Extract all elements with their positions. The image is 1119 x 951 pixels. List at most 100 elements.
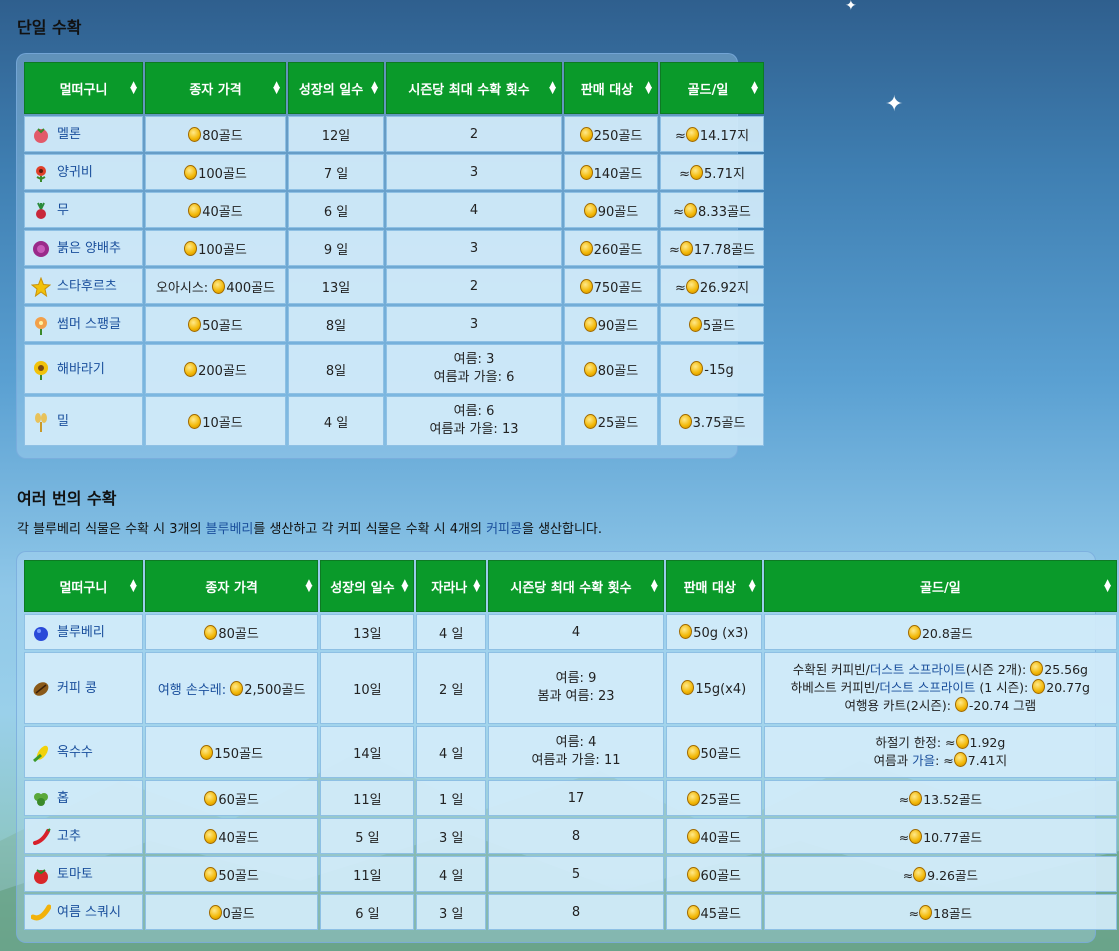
traveling-cart-link[interactable]: 여행 손수레: (158, 683, 226, 698)
table-row: 블루베리 80골드 13일 4 일 4 50g (x3) 20.8골드 (24, 614, 1117, 650)
gold-coin-icon (954, 697, 968, 712)
column-header-growth-days[interactable]: 성장의 일수 ▲ ▼ (320, 560, 415, 612)
max-harvests: 2 (469, 278, 479, 294)
crop-cell: 무 (24, 192, 143, 228)
crop-cell: 블루베리 (24, 614, 143, 650)
table-row: 옥수수 150골드 14일 4 일 여름: 4 여름과 가을: 11 50골드 하절기 한정:… (24, 726, 1117, 778)
column-header-max-harvests[interactable]: 시즌당 최대 수확 횟수 ▲ ▼ (386, 62, 562, 114)
seed-price-cell: 여행 손수레: 2,500골드 (144, 652, 319, 724)
crop-link[interactable]: 커피 콩 (57, 681, 97, 696)
gold-coin-icon (686, 866, 700, 882)
column-header-crop[interactable]: 멀떠구니 ▲ ▼ (24, 560, 143, 612)
table-row: 홉 60골드 11일 1 일 17 25골드 ≈13.52골드 (24, 780, 1117, 816)
growth-days-cell: 7 일 (288, 154, 384, 190)
seed-price-cell: 100골드 (145, 154, 286, 190)
seed-price-cell: 100골드 (145, 230, 286, 266)
crop-link[interactable]: 무 (57, 203, 69, 218)
crop-cell: 붉은 양배추 (24, 230, 143, 266)
gold-coin-icon (579, 240, 593, 256)
fall-link[interactable]: 가을 (912, 753, 935, 768)
regrow-cell: 2 일 (416, 652, 487, 724)
crop-link[interactable]: 해바라기 (57, 362, 105, 377)
max-harvests-cell: 여름: 6 여름과 가을: 13 (386, 396, 562, 446)
gold-coin-icon (230, 680, 244, 696)
crop-link[interactable]: 블루베리 (57, 625, 105, 640)
max-harvests-summer: 여름: 3 (453, 352, 495, 367)
table-row: 썸머 스팽글 50골드 8일 3 90골드 5골드 (24, 306, 764, 342)
regrow-cell: 3 일 (416, 818, 487, 854)
gold-coin-icon (1030, 661, 1044, 676)
crop-link[interactable]: 밀 (57, 414, 69, 429)
sort-icon: ▲ ▼ (305, 578, 313, 594)
gold-coin-icon (686, 744, 700, 760)
crop-link[interactable]: 토마토 (57, 867, 93, 882)
summer-spangle-icon (35, 316, 47, 335)
column-header-regrow[interactable]: 자라나 ▲ ▼ (416, 560, 487, 612)
table-row: 토마토 50골드 11일 4 일 5 60골드 ≈9.26골드 (24, 856, 1117, 892)
column-header-growth-days[interactable]: 성장의 일수 ▲ ▼ (288, 62, 384, 114)
multi-harvest-table: 멀떠구니 ▲ ▼ 종자 가격 ▲ ▼ 성장의 일수 ▲ ▼ 자라나 ▲ ▼ 시즌당 최대 수확 … (22, 558, 1119, 932)
crop-cell: 양귀비 (24, 154, 143, 190)
sell-price-cell: 50골드 (665, 726, 762, 778)
column-header-sell-price[interactable]: 판매 대상 ▲ ▼ (665, 560, 762, 612)
column-header-max-harvests[interactable]: 시즌당 최대 수확 횟수 ▲ ▼ (488, 560, 664, 612)
column-header-gold-per-day[interactable]: 골드/일 ▲ ▼ (660, 62, 764, 114)
gold-coin-icon (678, 413, 692, 429)
crop-cell: 커피 콩 (24, 652, 143, 724)
dust-sprite-link[interactable]: 더스트 스프라이트 (879, 680, 975, 695)
max-harvests: 4 (469, 202, 479, 218)
blueberry-link[interactable]: 블루베리 (206, 522, 254, 537)
gold-coin-icon (188, 316, 202, 332)
growth-days-cell: 14일 (320, 726, 415, 778)
regrow-cell: 4 일 (416, 614, 487, 650)
crop-link[interactable]: 여름 스쿼시 (57, 905, 121, 920)
gold-per-day-cell: -15g (660, 344, 764, 394)
gold-coin-icon (909, 828, 923, 844)
gold-coin-icon (913, 866, 927, 882)
crop-link[interactable]: 고추 (57, 829, 81, 844)
sell-price-cell: 25골드 (665, 780, 762, 816)
gold-coin-icon (204, 790, 218, 806)
max-harvests-cell: 3 (386, 230, 562, 266)
crop-link[interactable]: 붉은 양배추 (57, 241, 121, 256)
column-header-sell-price[interactable]: 판매 대상 ▲ ▼ (564, 62, 658, 114)
max-harvests-summer: 여름: 6 (453, 404, 495, 419)
sort-icon: ▲ ▼ (549, 80, 556, 96)
multi-harvest-description: 각 블루베리 식물은 수확 시 3개의 블루베리를 생산하고 각 커피 식물은 … (17, 522, 603, 537)
seed-price-cell: 40골드 (145, 192, 286, 228)
sort-icon: ▲ ▼ (650, 578, 658, 594)
seed-price-cell: 40골드 (144, 818, 319, 854)
gold-coin-icon (188, 202, 202, 218)
gold-per-day-cell: 5골드 (660, 306, 764, 342)
max-harvests-cell: 3 (386, 306, 562, 342)
column-header-crop[interactable]: 멀떠구니 ▲ ▼ (24, 62, 143, 114)
coffee-bean-link[interactable]: 커피콩 (486, 522, 522, 537)
gold-coin-icon (1032, 679, 1046, 694)
sell-price-cell: 750골드 (564, 268, 658, 304)
gold-per-day-cell: ≈13.52골드 (763, 780, 1117, 816)
gold-coin-icon (208, 904, 222, 920)
crop-link[interactable]: 스타후르츠 (57, 279, 117, 294)
column-header-seed-price[interactable]: 종자 가격 ▲ ▼ (145, 62, 286, 114)
hops-icon (34, 792, 48, 806)
sort-icon: ▲ ▼ (645, 80, 652, 96)
crop-link[interactable]: 썸머 스팽글 (57, 317, 121, 332)
dust-sprite-link[interactable]: 더스트 스프라이트 (870, 662, 966, 677)
seed-price-cell: 60골드 (144, 780, 319, 816)
sell-price-cell: 60골드 (665, 856, 762, 892)
column-header-gold-per-day[interactable]: 골드/일 ▲ ▼ (763, 560, 1117, 612)
crop-link[interactable]: 옥수수 (57, 745, 93, 760)
crop-link[interactable]: 양귀비 (57, 165, 93, 180)
gold-coin-icon (188, 126, 202, 142)
seed-price-cell: 50골드 (145, 306, 286, 342)
growth-days-cell: 6 일 (288, 192, 384, 228)
column-header-seed-price[interactable]: 종자 가격 ▲ ▼ (144, 560, 319, 612)
gold-coin-icon (686, 790, 700, 806)
hot-pepper-icon (33, 828, 51, 845)
seed-price-cell: 50골드 (144, 856, 319, 892)
crop-link[interactable]: 멜론 (57, 127, 81, 142)
crop-cell: 밀 (24, 396, 143, 446)
crop-link[interactable]: 홉 (57, 791, 69, 806)
gold-coin-icon (204, 624, 218, 640)
gold-coin-icon (909, 790, 923, 806)
